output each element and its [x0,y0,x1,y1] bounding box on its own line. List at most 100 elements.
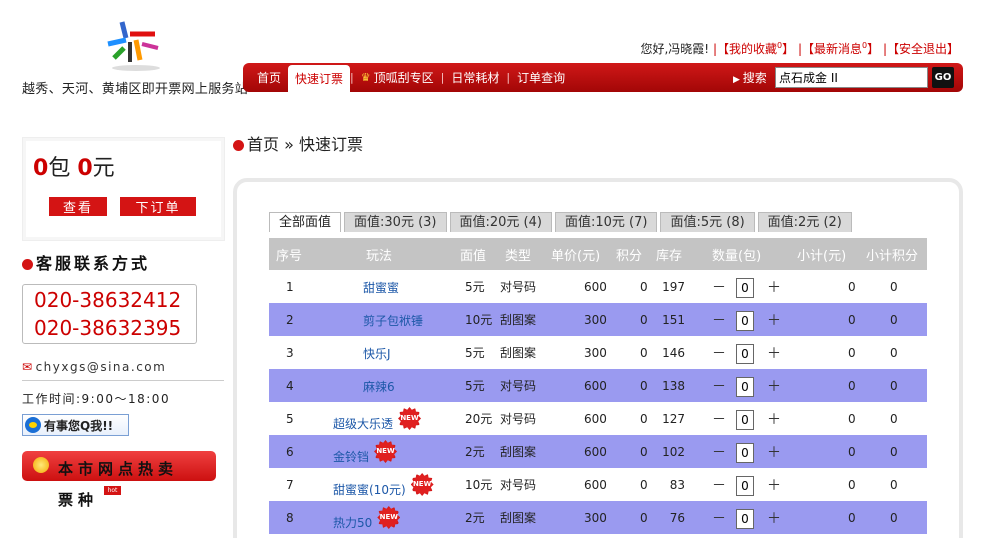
site-logo[interactable] [100,18,170,73]
col-header: 单价(元) [551,248,601,264]
qty-input[interactable]: 0 [736,476,754,496]
qty-increment-button[interactable]: ＋ [767,475,781,495]
place-order-button[interactable]: 下订单 [120,197,196,216]
cell-price: 300 [584,510,607,525]
cell-no: 2 [286,312,294,327]
cell-stock: 102 [662,444,685,459]
new-badge-icon: NEW [377,506,401,529]
cell-points: 0 [640,312,648,327]
phone-number-1: 020-38632412 [34,288,182,312]
qty-input[interactable]: 0 [736,344,754,364]
qty-increment-button[interactable]: ＋ [767,442,781,462]
cell-subpoints: 0 [890,510,898,525]
ticket-name-link[interactable]: 快乐J [363,345,391,362]
qty-input[interactable]: 0 [736,509,754,529]
logout-link[interactable]: |【安全退出】 [883,42,959,56]
table-row: 2 剪子包袱锤 10元 刮图案 300 0 151 － 0 ＋ 0 0 [269,303,927,336]
cell-points: 0 [640,345,648,360]
ticket-table: 序号 玩法 面值 类型 单价(元) 积分 库存 数量(包) 小计(元) 小计积分… [269,238,927,534]
breadcrumb-home[interactable]: 首页 [247,135,279,154]
qq-contact-button[interactable]: 有事您Q我!! [22,414,129,436]
cell-type: 对号码 [500,478,537,492]
cell-no: 3 [286,345,294,360]
news-link[interactable]: |【最新消息0】 [798,41,879,56]
ticket-name-link[interactable]: 麻辣6 [363,378,395,395]
cell-subtotal: 0 [848,345,856,360]
nav-item-scratch-zone[interactable]: ♛ 顶呱刮专区 [354,68,441,88]
cell-value: 2元 [465,511,485,525]
cell-type: 刮图案 [500,445,537,459]
email-link[interactable]: ✉ chyxgs@sina.com [22,360,166,374]
ticket-name-link[interactable]: 热力50 NEW [333,506,401,537]
search-input[interactable] [775,67,928,88]
bullet-icon [33,457,49,473]
qty-increment-button[interactable]: ＋ [767,277,781,297]
qty-decrement-button[interactable]: － [712,376,726,396]
hot-tickets-title: 本市网点热卖 [58,460,179,478]
cell-subpoints: 0 [890,279,898,294]
qty-increment-button[interactable]: ＋ [767,409,781,429]
cell-no: 4 [286,378,294,393]
cell-no: 6 [286,444,294,459]
cell-no: 8 [286,510,294,525]
nav-item-supplies[interactable]: 日常耗材 [444,68,506,88]
tab-5[interactable]: 面值:5元 (8) [660,212,755,232]
qty-decrement-button[interactable]: － [712,442,726,462]
qty-decrement-button[interactable]: － [712,508,726,528]
qty-decrement-button[interactable]: － [712,409,726,429]
search-label: ▶ 搜索 [733,71,767,85]
tab-30[interactable]: 面值:30元 (3) [344,212,447,232]
qty-increment-button[interactable]: ＋ [767,310,781,330]
cell-price: 600 [584,411,607,426]
nav-item-quick-order[interactable]: 快速订票 [288,65,351,94]
cell-type: 刮图案 [500,511,537,525]
envelope-icon: ✉ [22,360,34,374]
table-row: 6 金铃铛 NEW 2元 刮图案 600 0 102 － 0 ＋ 0 0 [269,435,927,468]
cell-subtotal: 0 [848,411,856,426]
new-badge-icon: NEW [410,473,434,496]
cell-type: 对号码 [500,379,537,393]
search-go-button[interactable]: GO [932,67,954,88]
qty-increment-button[interactable]: ＋ [767,376,781,396]
qty-decrement-button[interactable]: － [712,475,726,495]
qty-decrement-button[interactable]: － [712,277,726,297]
breadcrumb-current: 快速订票 [299,135,364,154]
cell-stock: 127 [662,411,685,426]
cart-bag-count: 0 [33,156,49,181]
cell-stock: 76 [669,510,685,525]
phone-number-2: 020-38632395 [34,316,182,340]
table-row: 8 热力50 NEW 2元 刮图案 300 0 76 － 0 ＋ 0 0 [269,501,927,534]
ticket-name-link[interactable]: 甜蜜蜜 [363,279,399,296]
cell-subpoints: 0 [890,444,898,459]
denomination-tabs: 全部面值 面值:30元 (3) 面值:20元 (4) 面值:10元 (7) 面值… [269,212,852,232]
cell-value: 5元 [465,280,485,294]
qty-increment-button[interactable]: ＋ [767,508,781,528]
favorites-link[interactable]: |【我的收藏0】 [713,41,794,56]
breadcrumb: 首页 » 快速订票 [233,131,363,155]
qty-input[interactable]: 0 [736,278,754,298]
nav-item-order-query[interactable]: 订单查询 [510,68,572,88]
cell-subpoints: 0 [890,477,898,492]
cell-price: 600 [584,444,607,459]
qty-decrement-button[interactable]: － [712,310,726,330]
cell-subtotal: 0 [848,378,856,393]
cell-value: 10元 [465,478,493,492]
qty-input[interactable]: 0 [736,311,754,331]
view-cart-button[interactable]: 查看 [49,197,107,216]
ticket-name-link[interactable]: 剪子包袱锤 [363,312,423,329]
qty-input[interactable]: 0 [736,410,754,430]
qty-decrement-button[interactable]: － [712,343,726,363]
cell-points: 0 [640,477,648,492]
tab-20[interactable]: 面值:20元 (4) [449,212,552,232]
qty-increment-button[interactable]: ＋ [767,343,781,363]
cell-value: 10元 [465,313,493,327]
tab-2[interactable]: 面值:2元 (2) [757,212,852,232]
qty-input[interactable]: 0 [736,443,754,463]
qty-input[interactable]: 0 [736,377,754,397]
hot-tickets-title-2: 票种 [58,491,99,509]
tab-all[interactable]: 全部面值 [269,212,342,232]
tab-10[interactable]: 面值:10元 (7) [554,212,658,232]
nav-item-home[interactable]: 首页 [250,68,288,88]
cell-stock: 138 [662,378,685,393]
col-header: 序号 [276,248,303,264]
